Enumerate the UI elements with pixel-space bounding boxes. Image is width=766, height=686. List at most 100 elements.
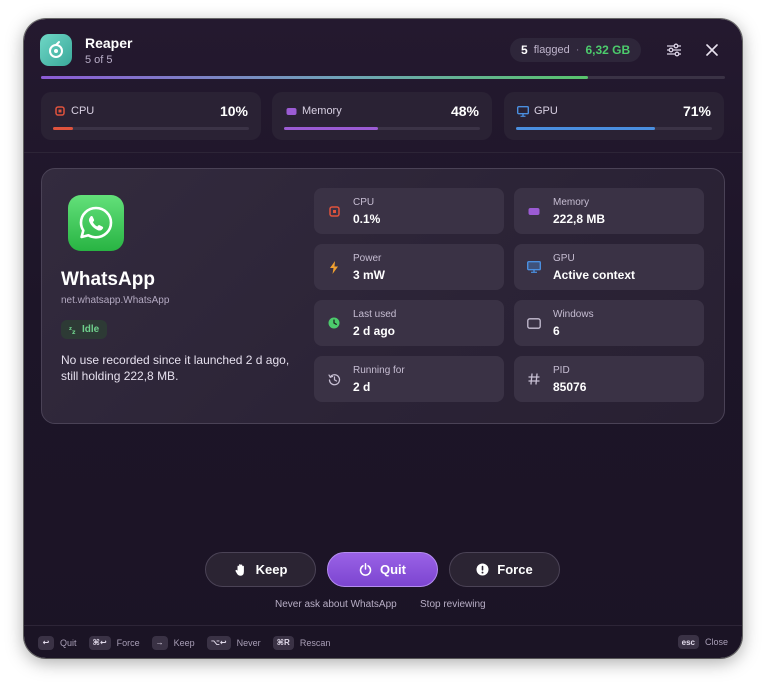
stat-value: Active context bbox=[553, 268, 636, 282]
hash-icon bbox=[527, 372, 541, 386]
resource-label: GPU bbox=[534, 105, 558, 117]
window-icon bbox=[527, 316, 541, 330]
shortcut-key: → bbox=[151, 635, 168, 650]
resource-meter bbox=[284, 127, 480, 130]
sliders-icon bbox=[667, 43, 681, 57]
reaper-logo-icon bbox=[49, 41, 63, 58]
stat-tile-pid: PID 85076 bbox=[514, 356, 704, 402]
resource-label: Memory bbox=[302, 105, 342, 117]
app-title: Reaper bbox=[85, 35, 133, 51]
stat-value: 2 d bbox=[353, 380, 371, 394]
flagged-count: 5 bbox=[521, 43, 528, 57]
stat-tile-cpu: CPU 0.1% bbox=[314, 188, 504, 234]
stat-label: GPU bbox=[553, 253, 575, 264]
memory-icon bbox=[285, 105, 297, 117]
display-icon bbox=[527, 260, 541, 274]
reaper-window: Reaper 5 of 5 5 flagged · 6,32 GB CPU 10… bbox=[24, 19, 742, 658]
shortcut-quit: ↩ Quit bbox=[38, 635, 77, 650]
flagged-summary-pill: 5 flagged · 6,32 GB bbox=[510, 38, 642, 62]
stat-tile-gpu: GPU Active context bbox=[514, 244, 704, 290]
force-quit-button[interactable]: Force bbox=[449, 552, 560, 587]
alert-icon bbox=[476, 563, 489, 576]
process-name: WhatsApp bbox=[61, 269, 155, 290]
memory-icon bbox=[527, 204, 541, 218]
quit-button[interactable]: Quit bbox=[327, 552, 438, 587]
hand-icon bbox=[235, 563, 244, 576]
whatsapp-logo-icon bbox=[79, 206, 113, 239]
keep-button[interactable]: Keep bbox=[205, 552, 316, 587]
review-progress-track bbox=[41, 76, 725, 79]
stat-value: 2 d ago bbox=[353, 324, 396, 338]
shortcut-key: ↩ bbox=[38, 635, 54, 650]
bolt-icon bbox=[327, 260, 341, 274]
shortcut-label: Force bbox=[116, 637, 140, 648]
stat-label: Last used bbox=[353, 309, 397, 320]
shortcut-label: Quit bbox=[60, 637, 77, 648]
svg-text:z: z bbox=[72, 329, 76, 335]
shortcut-label: Rescan bbox=[299, 637, 331, 648]
force-label: Force bbox=[497, 562, 533, 577]
shortcut-force: ⌘↩ Force bbox=[88, 635, 140, 650]
process-bundle-id: net.whatsapp.WhatsApp bbox=[61, 295, 170, 306]
stat-value: 85076 bbox=[553, 380, 587, 394]
shortcut-label: Never bbox=[236, 637, 261, 648]
keep-label: Keep bbox=[255, 562, 288, 577]
stat-label: Power bbox=[353, 253, 382, 264]
shortcut-label: Close bbox=[704, 637, 728, 647]
stat-tile-power: Power 3 mW bbox=[314, 244, 504, 290]
stat-label: Running for bbox=[353, 365, 405, 376]
shortcut-key: esc bbox=[677, 635, 699, 649]
review-progress-fill bbox=[41, 76, 589, 79]
separator-dot: · bbox=[575, 44, 580, 56]
whatsapp-app-icon bbox=[68, 195, 124, 251]
resource-value: 48% bbox=[450, 103, 479, 119]
resource-value: 71% bbox=[682, 103, 711, 119]
shortcut-rescan: ⌘R Rescan bbox=[272, 635, 331, 650]
stat-value: 0.1% bbox=[353, 212, 381, 226]
resource-meter bbox=[516, 127, 712, 130]
stat-tile-running-for: Running for 2 d bbox=[314, 356, 504, 402]
shortcut-never: ⌥↩ Never bbox=[206, 635, 261, 650]
status-badge: zz Idle bbox=[61, 320, 108, 339]
reaper-app-icon bbox=[40, 34, 72, 66]
stat-label: Windows bbox=[553, 309, 594, 320]
resource-meter-fill bbox=[516, 127, 656, 130]
shortcut-key: ⌘↩ bbox=[88, 635, 111, 650]
close-icon bbox=[706, 44, 718, 56]
shortcut-keep: → Keep bbox=[151, 635, 195, 650]
resource-label: CPU bbox=[71, 105, 95, 117]
shortcut-bar: ↩ Quit ⌘↩ Force → Keep ⌥↩ Never ⌘R Resca… bbox=[38, 635, 330, 650]
stat-tile-windows: Windows 6 bbox=[514, 300, 704, 346]
resource-meter bbox=[53, 127, 249, 130]
history-icon bbox=[327, 372, 341, 386]
stat-label: PID bbox=[553, 365, 570, 376]
process-description: No use recorded since it launched 2 d ag… bbox=[61, 353, 290, 383]
stat-label: Memory bbox=[553, 197, 590, 208]
shortcut-close: esc Close bbox=[677, 635, 728, 649]
stat-tile-last-used: Last used 2 d ago bbox=[314, 300, 504, 346]
footer-divider bbox=[24, 625, 742, 626]
shortcut-key: ⌥↩ bbox=[206, 635, 231, 650]
review-position: 5 of 5 bbox=[85, 54, 113, 66]
resource-card-cpu: CPU 10% bbox=[41, 92, 261, 140]
status-label: Idle bbox=[82, 324, 100, 335]
resource-meter-fill bbox=[284, 127, 379, 130]
shortcut-label: Keep bbox=[173, 637, 195, 648]
stat-label: CPU bbox=[353, 197, 375, 208]
flagged-size: 6,32 GB bbox=[585, 43, 631, 57]
process-detail-card: WhatsApp net.whatsapp.WhatsApp zz Idle N… bbox=[41, 168, 725, 424]
power-icon bbox=[359, 563, 372, 576]
stat-value: 3 mW bbox=[353, 268, 386, 282]
never-ask-link[interactable]: Never ask about WhatsApp bbox=[275, 599, 397, 610]
stat-value: 222,8 MB bbox=[553, 212, 606, 226]
resource-card-gpu: GPU 71% bbox=[504, 92, 724, 140]
resource-card-memory: Memory 48% bbox=[272, 92, 492, 140]
quit-label: Quit bbox=[380, 562, 406, 577]
flagged-label: flagged bbox=[533, 44, 570, 56]
close-button[interactable] bbox=[703, 41, 721, 59]
shortcut-key: ⌘R bbox=[272, 635, 294, 650]
cpu-chip-icon bbox=[327, 204, 341, 218]
stop-reviewing-link[interactable]: Stop reviewing bbox=[420, 599, 486, 610]
settings-button[interactable] bbox=[665, 41, 683, 59]
header-divider bbox=[24, 152, 742, 153]
